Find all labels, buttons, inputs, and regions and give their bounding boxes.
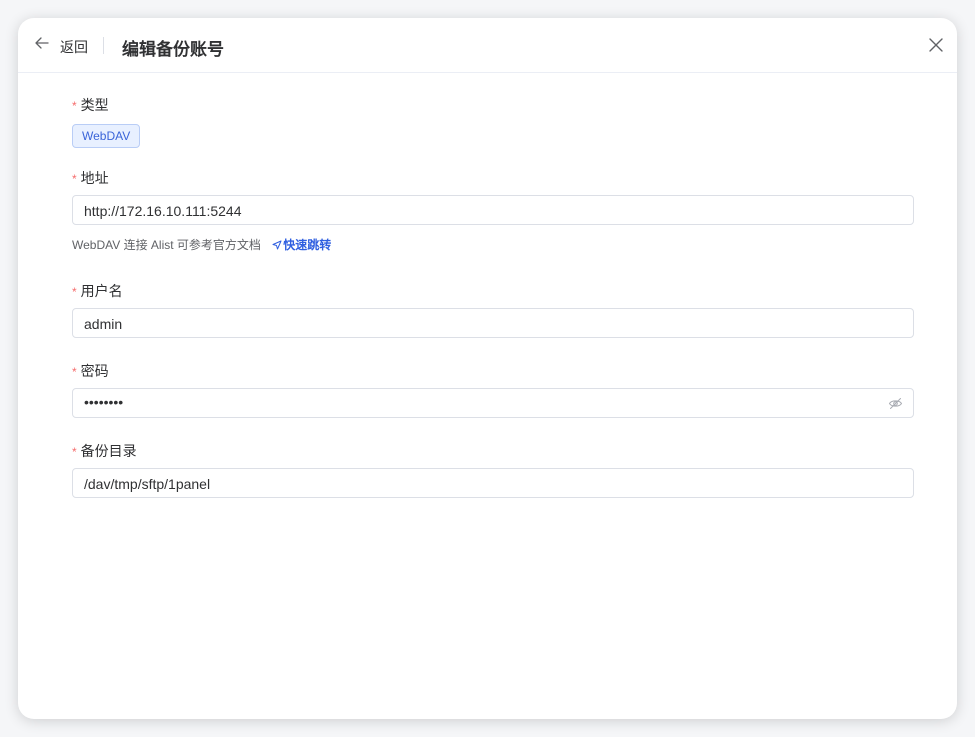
- type-tag: WebDAV: [72, 124, 141, 148]
- quick-jump-label: 快速跳转: [283, 238, 332, 252]
- back-button[interactable]: 返回: [60, 37, 88, 57]
- required-mark: *: [72, 99, 77, 113]
- edit-backup-account-dialog: 返回 编辑备份账号 * 类型 WebDAV * 地址 http://172.16.1…: [18, 18, 957, 719]
- username-value: admin: [84, 316, 123, 332]
- backup-dir-label: * 备份目录: [72, 443, 137, 459]
- page-title: 编辑备份账号: [122, 40, 224, 59]
- backup-dir-input[interactable]: /dav/tmp/sftp/1panel: [72, 468, 914, 498]
- address-label: * 地址: [72, 170, 109, 186]
- password-label: * 密码: [72, 363, 109, 379]
- close-icon[interactable]: [928, 37, 944, 53]
- send-icon: [272, 240, 282, 250]
- dialog-header: 返回 编辑备份账号: [18, 18, 957, 73]
- arrow-left-icon[interactable]: [33, 34, 51, 52]
- password-value: ••••••••: [84, 394, 124, 410]
- address-value: http://172.16.10.111:5244: [84, 203, 242, 219]
- username-input[interactable]: admin: [72, 308, 914, 338]
- eye-off-icon[interactable]: [888, 396, 903, 411]
- header-divider: [103, 37, 104, 54]
- helper-text: WebDAV 连接 Alist 可参考官方文档: [72, 238, 261, 252]
- address-input[interactable]: http://172.16.10.111:5244: [72, 195, 914, 225]
- required-mark: *: [72, 172, 77, 186]
- required-mark: *: [72, 365, 77, 379]
- quick-jump-link[interactable]: 快速跳转: [272, 238, 331, 252]
- username-label: * 用户名: [72, 283, 123, 299]
- required-mark: *: [72, 285, 77, 299]
- password-input[interactable]: ••••••••: [72, 388, 914, 418]
- type-label: * 类型: [72, 97, 109, 113]
- backup-dir-value: /dav/tmp/sftp/1panel: [84, 476, 211, 492]
- address-helper: WebDAV 连接 Alist 可参考官方文档 快速跳转: [72, 236, 331, 253]
- required-mark: *: [72, 445, 77, 459]
